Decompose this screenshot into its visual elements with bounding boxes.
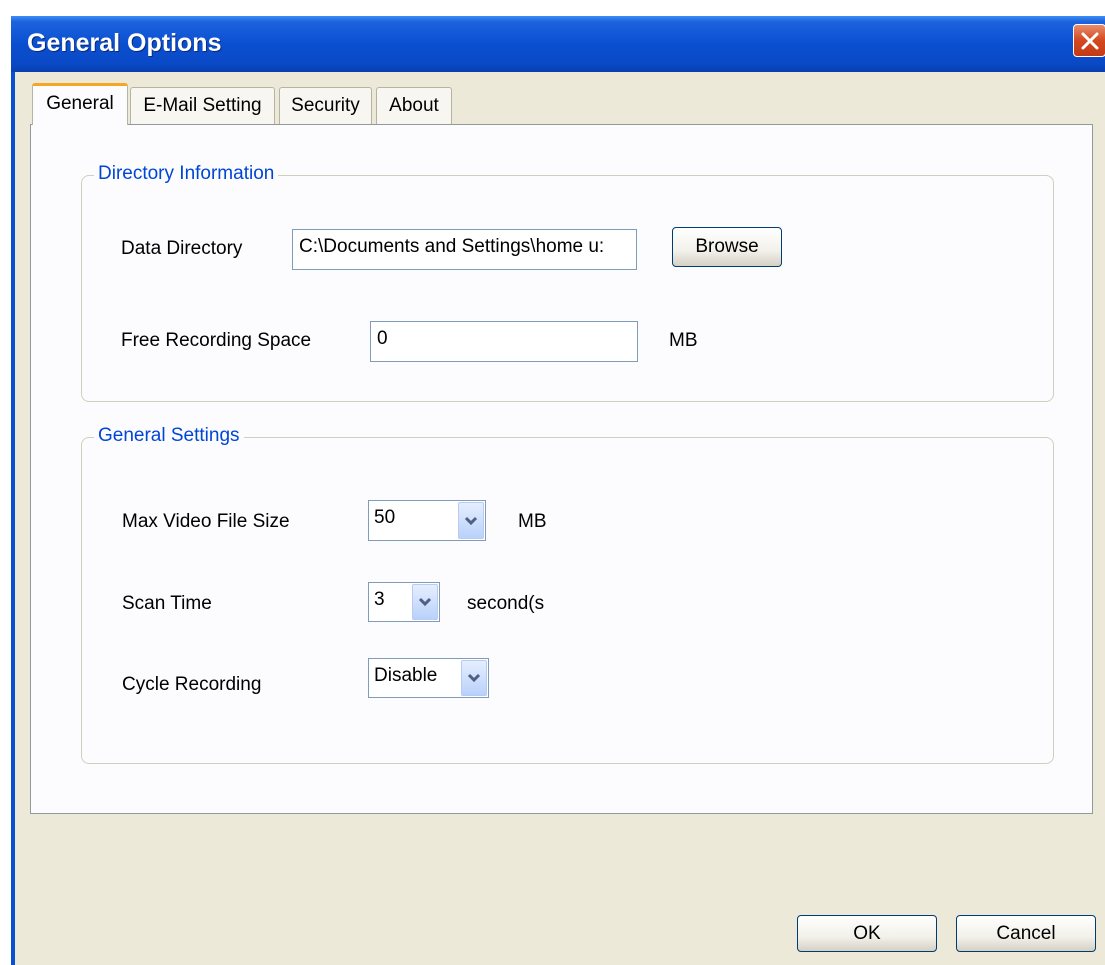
free-recording-space-label: Free Recording Space [121, 330, 312, 351]
tab-about[interactable]: About [376, 87, 452, 124]
browse-button-label: Browse [695, 236, 759, 257]
max-video-file-size-unit: MB [518, 511, 547, 532]
chevron-down-icon [418, 597, 432, 607]
max-video-file-size-dropdown-button[interactable] [458, 502, 484, 539]
data-directory-value: C:\Documents and Settings\home u: [299, 236, 605, 257]
max-video-file-size-select[interactable]: 50 [368, 500, 486, 541]
directory-information-group: Directory Information Data Directory C:\… [81, 163, 1054, 402]
scan-time-label: Scan Time [122, 593, 212, 614]
cycle-recording-dropdown-button[interactable] [461, 660, 487, 696]
title-bar[interactable]: General Options [11, 16, 1105, 72]
directory-information-legend: Directory Information [94, 163, 279, 185]
chevron-down-icon [464, 516, 478, 525]
close-button[interactable] [1073, 24, 1105, 57]
ok-button-label: OK [853, 923, 881, 944]
general-tab-panel: Directory Information Data Directory C:\… [30, 124, 1093, 814]
free-recording-space-value: 0 [377, 328, 388, 349]
tab-security-label: Security [291, 95, 360, 116]
scan-time-unit: second(s [467, 593, 545, 614]
cancel-button[interactable]: Cancel [956, 915, 1096, 952]
cycle-recording-label: Cycle Recording [122, 674, 262, 695]
general-settings-group: General Settings Max Video File Size 50 … [81, 425, 1054, 764]
scan-time-value: 3 [374, 589, 385, 610]
tab-email-setting[interactable]: E-Mail Setting [130, 87, 275, 124]
cycle-recording-value: Disable [374, 665, 438, 686]
free-recording-space-input[interactable]: 0 [370, 321, 638, 362]
data-directory-input[interactable]: C:\Documents and Settings\home u: [292, 229, 637, 270]
scan-time-dropdown-button[interactable] [412, 584, 438, 620]
cancel-button-label: Cancel [996, 923, 1056, 944]
browse-button[interactable]: Browse [672, 227, 782, 267]
tab-general[interactable]: General [32, 83, 128, 125]
general-settings-legend: General Settings [94, 425, 244, 447]
close-icon [1081, 32, 1099, 50]
tab-general-label: General [46, 93, 114, 114]
data-directory-label: Data Directory [121, 238, 243, 259]
general-options-window: General Options General E-Mail Setting S… [0, 0, 1105, 965]
scan-time-select[interactable]: 3 [368, 582, 440, 622]
max-video-file-size-value: 50 [374, 507, 396, 528]
tab-security[interactable]: Security [279, 87, 372, 124]
ok-button[interactable]: OK [797, 915, 937, 952]
max-video-file-size-label: Max Video File Size [122, 511, 290, 532]
chevron-down-icon [467, 673, 481, 683]
window-title: General Options [27, 29, 222, 57]
tab-about-label: About [389, 95, 439, 116]
tab-email-setting-label: E-Mail Setting [143, 95, 262, 116]
free-recording-space-unit: MB [669, 330, 698, 351]
cycle-recording-select[interactable]: Disable [368, 658, 489, 698]
